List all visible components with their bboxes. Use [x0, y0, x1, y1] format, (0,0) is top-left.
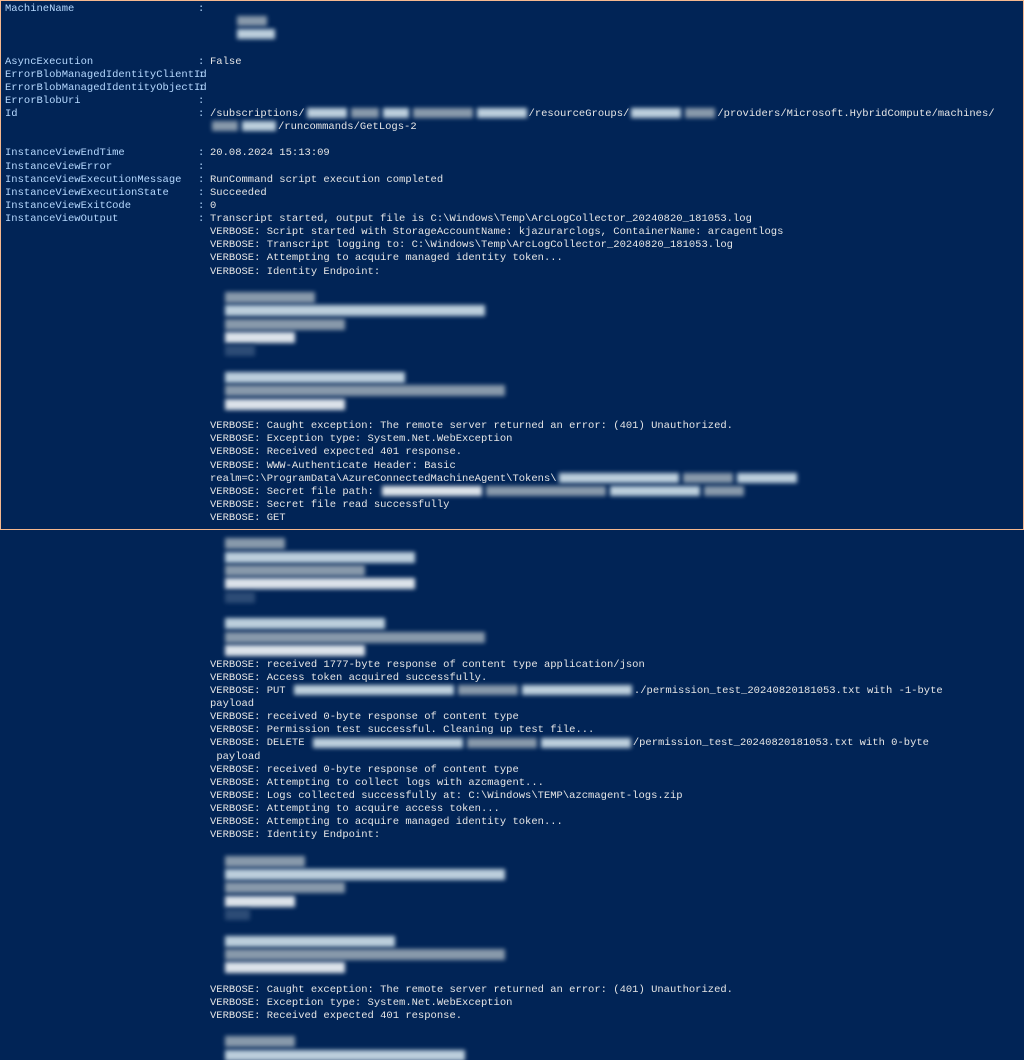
- output-line: VERBOSE: Received expected 401 response.: [5, 446, 1019, 459]
- prop-ivexecstate: InstanceViewExecutionState: Succeeded: [5, 187, 1019, 200]
- prop-id: Id: /subscriptions//resourceGroups//prov…: [5, 108, 1019, 147]
- output-line: VERBOSE: Attempting to collect logs with…: [5, 777, 1019, 790]
- output-line: VERBOSE: Permission test successful. Cle…: [5, 724, 1019, 737]
- redacted-block: [5, 923, 1019, 976]
- redacted-block: [5, 605, 1019, 658]
- prop-machinename: MachineName :: [5, 3, 1019, 56]
- redacted-block: [5, 359, 1019, 412]
- output-line: VERBOSE: Access token acquired successfu…: [5, 672, 1019, 685]
- prop-iverror: InstanceViewError:: [5, 161, 1019, 174]
- prop-id-value: /subscriptions//resourceGroups//provider…: [210, 108, 1019, 147]
- output-line: VERBOSE: GET: [5, 512, 1019, 525]
- output-line: realm=C:\ProgramData\AzureConnectedMachi…: [5, 473, 1019, 486]
- output-line: VERBOSE: Exception type: System.Net.WebE…: [5, 997, 1019, 1010]
- output-line: VERBOSE: Caught exception: The remote se…: [5, 420, 1019, 433]
- output-line: VERBOSE: Secret file read successfully: [5, 499, 1019, 512]
- output-line: VERBOSE: DELETE /permission_test_2024082…: [5, 737, 1019, 750]
- prop-asyncexec: AsyncExecution: False: [5, 56, 1019, 69]
- output-line: VERBOSE: Exception type: System.Net.WebE…: [5, 433, 1019, 446]
- output-line: VERBOSE: WWW-Authenticate Header: Basic: [5, 460, 1019, 473]
- output-line: VERBOSE: Secret file path:: [5, 486, 1019, 499]
- prop-errblobmiclient: ErrorBlobManagedIdentityClientId:: [5, 69, 1019, 82]
- output-line: VERBOSE: Script started with StorageAcco…: [5, 226, 1019, 239]
- prop-ivexecmsg: InstanceViewExecutionMessage: RunCommand…: [5, 174, 1019, 187]
- output-line: payload: [5, 698, 1019, 711]
- output-line: VERBOSE: received 1777-byte response of …: [5, 659, 1019, 672]
- redacted-block: [5, 525, 1019, 605]
- redacted-block: [5, 1023, 1019, 1060]
- prop-errbloburi: ErrorBlobUri:: [5, 95, 1019, 108]
- redacted-block: [5, 279, 1019, 359]
- prop-ivendtime: InstanceViewEndTime: 20.08.2024 15:13:09: [5, 147, 1019, 160]
- prop-label: MachineName: [5, 3, 198, 16]
- prop-value: [210, 3, 1019, 56]
- output-line: VERBOSE: Logs collected successfully at:…: [5, 790, 1019, 803]
- output-line: VERBOSE: Identity Endpoint:: [5, 829, 1019, 842]
- output-line: VERBOSE: Transcript logging to: C:\Windo…: [5, 239, 1019, 252]
- output-line: VERBOSE: Attempting to acquire managed i…: [5, 816, 1019, 829]
- output-line: VERBOSE: Identity Endpoint:: [5, 266, 1019, 279]
- redacted-block: [5, 842, 1019, 922]
- output-line: VERBOSE: PUT ./permission_test_202408201…: [5, 685, 1019, 698]
- prop-ivexitcode: InstanceViewExitCode: 0: [5, 200, 1019, 213]
- output-line: VERBOSE: Received expected 401 response.: [5, 1010, 1019, 1023]
- output-line: VERBOSE: Caught exception: The remote se…: [5, 984, 1019, 997]
- prop-ivoutput: InstanceViewOutput: Transcript started, …: [5, 213, 1019, 226]
- output-line: VERBOSE: received 0-byte response of con…: [5, 764, 1019, 777]
- output-line: VERBOSE: Attempting to acquire access to…: [5, 803, 1019, 816]
- output-line: VERBOSE: received 0-byte response of con…: [5, 711, 1019, 724]
- output-line: payload: [5, 751, 1019, 764]
- output-line: VERBOSE: Attempting to acquire managed i…: [5, 252, 1019, 265]
- prop-errblobmiobject: ErrorBlobManagedIdentityObjectId:: [5, 82, 1019, 95]
